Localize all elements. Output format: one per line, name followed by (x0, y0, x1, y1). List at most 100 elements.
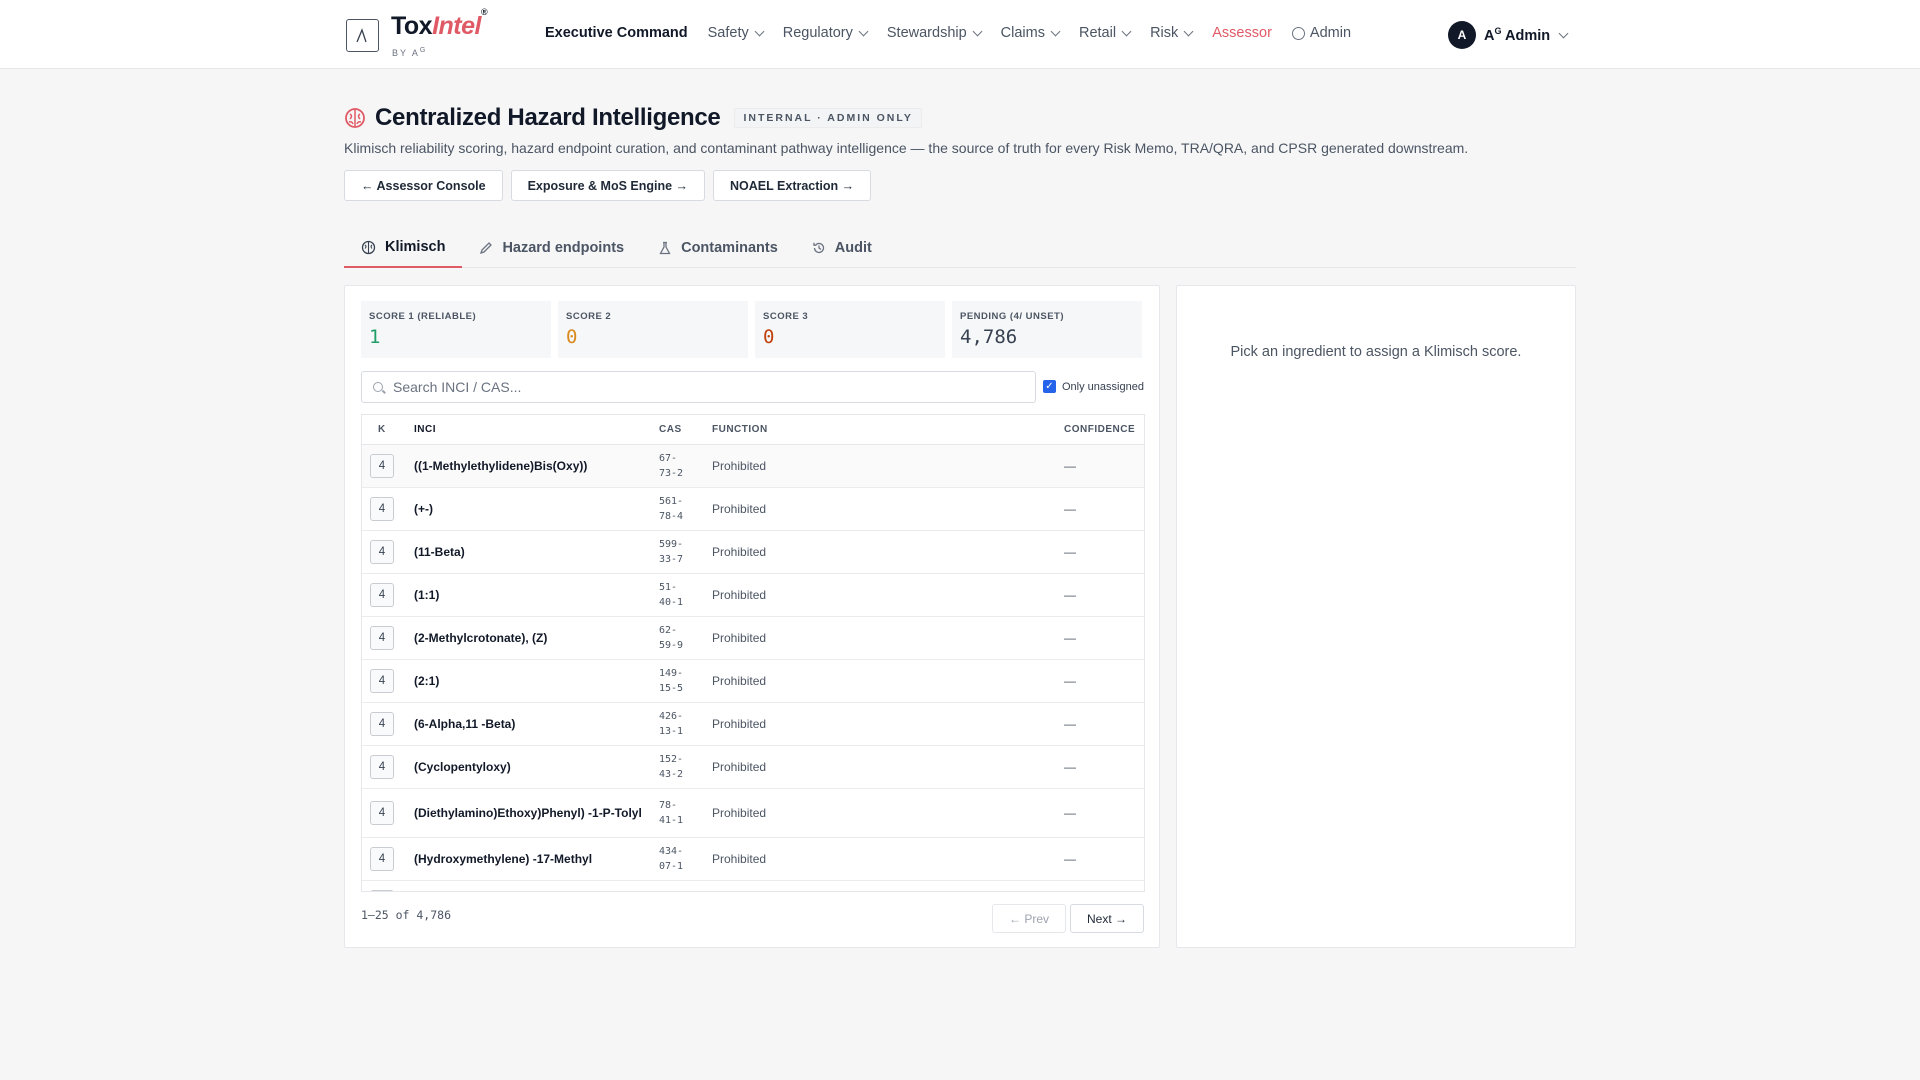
nav-label: Claims (1000, 25, 1045, 41)
inci-cell: (6-Alpha,11 -Beta) (414, 717, 516, 731)
filter-label: Only unassigned (1062, 380, 1144, 393)
nav-item-admin[interactable]: Admin (1291, 25, 1352, 41)
nav-item-risk[interactable]: Risk (1150, 25, 1194, 41)
klimisch-score-box[interactable]: 4 (370, 583, 394, 607)
table-row[interactable]: 4 (1:1) 51- 40-1 Prohibited — (362, 574, 1144, 617)
search-box (361, 371, 1036, 403)
column-header-cas[interactable]: CAS (659, 422, 712, 438)
brain-icon (345, 108, 365, 128)
nav-item-regulatory[interactable]: Regulatory (782, 25, 869, 41)
column-header-inci[interactable]: INCI (414, 422, 659, 437)
tab-audit[interactable]: Audit (795, 228, 889, 268)
cas-cell: 149- 15-5 (659, 666, 712, 697)
detail-panel: Pick an ingredient to assign a Klimisch … (1176, 285, 1576, 948)
klimisch-score-box[interactable]: 4 (370, 890, 394, 891)
nav-item-stewardship[interactable]: Stewardship (886, 25, 983, 41)
stat-label: SCORE 3 (763, 311, 809, 322)
gear-icon (1291, 26, 1305, 40)
page-subtitle: Klimisch reliability scoring, hazard end… (344, 140, 1469, 156)
confidence-cell: — (1064, 631, 1076, 645)
search-icon (373, 382, 383, 392)
only-unassigned-checkbox[interactable]: ✓ (1043, 380, 1056, 393)
klimisch-cell: 4 (362, 669, 414, 693)
next-page-button[interactable]: Next → (1070, 904, 1145, 933)
table-row[interactable]: 4 ((1-Methylethylidene)Bis(Oxy)) 67- 73-2 Pr… (362, 445, 1144, 488)
cas-cell: 67- 73-2 (659, 451, 712, 482)
klimisch-cell: 4 (362, 626, 414, 650)
tab-klimisch[interactable]: Klimisch (344, 228, 463, 268)
table-row[interactable]: 4 (Diethylamino)Ethoxy)Phenyl) -1-P-Tolyl… (362, 789, 1144, 838)
search-input[interactable] (393, 372, 1013, 402)
function-cell: Prohibited (712, 806, 767, 820)
exposure-engine-button[interactable]: Exposure & MoS Engine → (510, 170, 706, 201)
table-row[interactable]: 4 (Cyclopentyloxy) 152- 43-2 Prohibited — (362, 746, 1144, 789)
cas-part: 59-9 (659, 640, 684, 651)
table-row[interactable]: 4 (2-Methylcrotonate), (Z) 62- 59-9 Prohibit… (362, 617, 1144, 660)
nav-item-assessor[interactable]: Assessor (1212, 25, 1272, 41)
klimisch-score-box[interactable]: 4 (370, 497, 394, 521)
nav-item-claims[interactable]: Claims (1000, 25, 1061, 41)
table-body: 4 ((1-Methylethylidene)Bis(Oxy)) 67- 73-2 Pr… (362, 445, 1144, 891)
ingredients-table: K INCI CAS FUNCTION CONFIDENCE 4 ((1-Meth… (361, 414, 1145, 892)
nav-item-executive-command[interactable]: Executive Command (545, 25, 688, 41)
inci-cell: (Hydroxymethylene) -17-Methyl (414, 852, 593, 866)
nav-item-retail[interactable]: Retail (1078, 25, 1132, 41)
cas-cell: 434- 07-1 (659, 844, 712, 875)
nav-label: Admin (1309, 25, 1352, 41)
tab-hazard-endpoints[interactable]: Hazard endpoints (462, 228, 641, 268)
klimisch-cell: 4 (362, 712, 414, 736)
klimisch-score-box[interactable]: 4 (370, 454, 394, 478)
cas-part: 40-1 (659, 597, 684, 608)
brand-logo[interactable] (346, 19, 379, 52)
prev-page-button[interactable]: ← Prev (992, 904, 1067, 933)
cas-part: 62- (659, 624, 678, 636)
klimisch-cell: 4 (362, 454, 414, 478)
table-row[interactable]: 4 (Hydroxymethylene) -17-Methyl 434- 07-1 Pr… (362, 838, 1144, 881)
cas-part: 78-4 (659, 511, 684, 522)
brand-wordmark[interactable]: ToxIntel® (391, 7, 488, 41)
table-row[interactable]: 4 (2:1) 149- 15-5 Prohibited — (362, 660, 1144, 703)
table-row[interactable]: 4433- (362, 881, 1144, 891)
cas-part: 33-7 (659, 554, 684, 565)
table-row[interactable]: 4 (+-) 561- 78-4 Prohibited — (362, 488, 1144, 531)
nav-label: Stewardship (886, 25, 967, 41)
nav-label: Retail (1078, 25, 1117, 41)
klimisch-panel: SCORE 1 (RELIABLE) 1 SCORE 2 0 SCORE 3 0 PENDI… (344, 285, 1160, 948)
tab-contaminants[interactable]: Contaminants (641, 228, 795, 268)
function-cell: Prohibited (712, 717, 767, 731)
confidence-cell: — (1064, 588, 1076, 602)
noael-extraction-button[interactable]: NOAEL Extraction → (713, 170, 872, 201)
column-header-confidence[interactable]: CONFIDENCE (1064, 424, 1144, 435)
function-cell: Prohibited (712, 588, 767, 602)
nav-label: Executive Command (545, 25, 688, 41)
column-header-function[interactable]: FUNCTION (712, 424, 1064, 435)
nav-item-safety[interactable]: Safety (708, 25, 765, 41)
user-menu[interactable]: A AG Admin (1448, 21, 1569, 49)
klimisch-score-box[interactable]: 4 (370, 712, 394, 736)
pencil-icon (480, 242, 493, 255)
table-row[interactable]: 4 (6-Alpha,11 -Beta) 426- 13-1 Prohibited — (362, 703, 1144, 746)
confidence-cell: — (1064, 760, 1076, 774)
tab-label: Klimisch (385, 239, 446, 255)
assessor-console-button[interactable]: ← Assessor Console (344, 170, 503, 201)
function-cell: Prohibited (712, 631, 767, 645)
klimisch-cell: 4 (362, 583, 414, 607)
column-header-k[interactable]: K (362, 424, 414, 435)
only-unassigned-filter[interactable]: ✓ Only unassigned (1043, 380, 1144, 393)
confidence-cell: — (1064, 459, 1076, 473)
klimisch-score-box[interactable]: 4 (370, 755, 394, 779)
klimisch-score-box[interactable]: 4 (370, 801, 394, 825)
page-title: Centralized Hazard Intelligence (375, 104, 721, 131)
chevron-down-icon (754, 26, 765, 36)
klimisch-score-box[interactable]: 4 (370, 847, 394, 871)
inci-cell: (Cyclopentyloxy) (414, 760, 511, 774)
inci-cell: ((1-Methylethylidene)Bis(Oxy)) (414, 459, 588, 473)
table-row[interactable]: 4 (11-Beta) 599- 33-7 Prohibited — (362, 531, 1144, 574)
quick-links: ← Assessor Console Exposure & MoS Engine… (344, 170, 879, 201)
function-cell: Prohibited (712, 674, 767, 688)
nav-label: Regulatory (782, 25, 853, 41)
klimisch-score-box[interactable]: 4 (370, 540, 394, 564)
klimisch-score-box[interactable]: 4 (370, 669, 394, 693)
klimisch-score-box[interactable]: 4 (370, 626, 394, 650)
cas-part: 426- (659, 710, 684, 722)
